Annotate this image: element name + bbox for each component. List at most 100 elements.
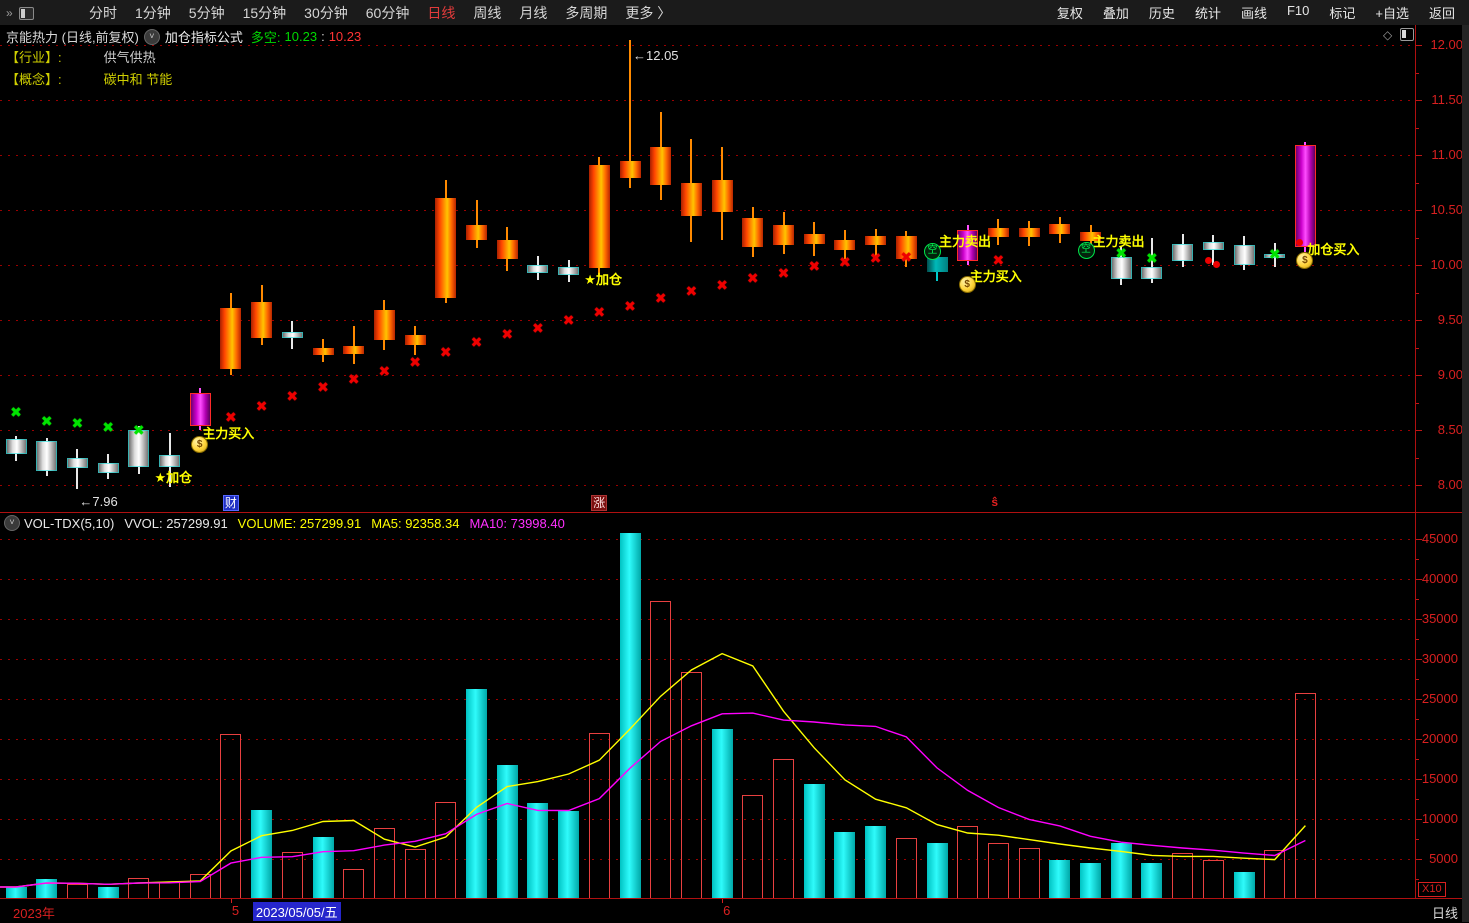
candle[interactable] [1049, 224, 1071, 235]
candle[interactable] [189, 392, 211, 427]
red-x-marker-icon: ✖ [992, 251, 1005, 268]
period-tab[interactable]: 1分钟 [126, 3, 180, 23]
candle[interactable] [404, 335, 426, 346]
red-x-marker-icon: ✖ [317, 379, 329, 396]
candle[interactable] [1233, 245, 1255, 265]
toolbar-button[interactable]: 历史 [1139, 3, 1185, 22]
vvol-value: VVOL: 257299.91 [124, 515, 228, 531]
toolbar-button[interactable]: 画线 [1231, 3, 1277, 22]
volume-panel: 45000 40000 35000 30000 25000 20000 15000 10000… [0, 512, 1469, 899]
candle[interactable] [36, 441, 58, 471]
candle[interactable] [987, 227, 1009, 238]
diamond-marker-icon[interactable]: ◇ [1383, 28, 1392, 42]
price-axis-label: 8.50 [1437, 422, 1463, 437]
volume-axis-label: 10000 [1421, 811, 1458, 826]
candle[interactable] [281, 332, 303, 339]
candle[interactable] [220, 307, 242, 370]
toolbar-button[interactable]: 返回 [1419, 3, 1465, 22]
toolbar-button[interactable]: 叠加 [1093, 3, 1139, 22]
title-row: 京能热力 (日线,前复权) ˅ 加仓指标公式 多空: 10.23 : 10.23 [6, 27, 361, 46]
red-x-marker-icon: ✖ [347, 371, 360, 388]
price-chart-panel: ✖ ✖ ✖ ✖ ✖ ✖ ✖ ✖ ✖ ✖ ✖ ✖ ✖ ✖ ✖ ✖ ✖ ✖ ✖ ✖ ✖ ✖ ✖ ✖ ✖ ✖ ✖ ✖ ✖ ✖ ✖ ✖ ←7.96 ★加仓… [0, 25, 1469, 512]
candle[interactable] [1202, 241, 1224, 251]
candle[interactable] [343, 346, 365, 355]
candle[interactable] [312, 347, 334, 356]
period-tab[interactable]: 60分钟 [357, 3, 419, 23]
candle-wick [475, 200, 478, 249]
red-dot-marker [1296, 238, 1304, 246]
candle[interactable] [803, 234, 825, 245]
volume-axis-label: 40000 [1421, 571, 1458, 586]
volume-axis-label: 5000 [1429, 851, 1458, 866]
price-axis-label: 11.50 [1431, 92, 1463, 107]
candle[interactable] [619, 160, 641, 179]
price-gridline [0, 100, 1415, 101]
candle[interactable] [527, 265, 549, 273]
sell-label: 主力卖出 [1092, 233, 1145, 249]
period-tab[interactable]: 更多 〉 [616, 3, 680, 23]
period-tab[interactable]: 30分钟 [295, 3, 357, 23]
chevron-down-icon[interactable]: ˅ [143, 28, 160, 45]
volume-axis-label: 25000 [1421, 691, 1458, 706]
candle[interactable] [466, 225, 487, 240]
candle[interactable] [742, 217, 764, 248]
candle[interactable] [1294, 145, 1316, 248]
star-label: ★加仓 [584, 272, 622, 288]
concept-value: 碳中和 节能 [103, 72, 173, 87]
price-gridline [0, 155, 1415, 156]
candle[interactable] [680, 182, 702, 216]
bull-value: 10.23 [284, 29, 318, 44]
candle[interactable] [773, 225, 794, 246]
chevron-down-icon[interactable]: ˅ [4, 515, 20, 531]
candle[interactable] [711, 180, 733, 213]
period-tab[interactable]: 日线 [418, 3, 464, 23]
toolbar-button[interactable]: 复权 [1047, 3, 1093, 22]
split-panel-icon[interactable] [1400, 28, 1414, 41]
period-tab[interactable]: 月线 [510, 3, 556, 23]
toolbar-button[interactable]: 统计 [1185, 3, 1231, 22]
candle[interactable] [588, 164, 610, 269]
green-x-marker-icon: ✖ [71, 415, 84, 432]
window-edge-strip [1462, 25, 1469, 922]
buy-label: 加仓买入 [1307, 241, 1360, 257]
candle[interactable] [834, 239, 856, 250]
axis-divider-line [1415, 25, 1416, 898]
toolbar-button[interactable]: F10 [1277, 3, 1319, 22]
app-window-icon: » [6, 6, 36, 20]
candle[interactable] [1018, 227, 1040, 238]
green-x-marker-icon: ✖ [10, 404, 22, 421]
candle[interactable] [1141, 267, 1163, 280]
candle[interactable] [558, 267, 580, 275]
toolbar-button[interactable]: 标记 [1319, 3, 1365, 22]
period-tab[interactable]: 15分钟 [234, 3, 296, 23]
candle[interactable] [373, 310, 395, 340]
red-x-marker-icon: ✖ [685, 283, 698, 300]
period-tab[interactable]: 5分钟 [180, 3, 234, 23]
period-tab[interactable]: 周线 [464, 3, 510, 23]
period-tab[interactable]: 多周期 [556, 3, 616, 23]
candle[interactable] [5, 438, 27, 454]
red-x-marker-icon: ✖ [255, 397, 268, 414]
red-x-marker-icon: ✖ [470, 334, 483, 350]
candle[interactable] [66, 457, 88, 469]
candle[interactable] [865, 236, 887, 246]
candle[interactable] [97, 463, 119, 473]
price-gridline [0, 485, 1415, 486]
price-axis-label: 9.50 [1437, 312, 1463, 327]
period-tab[interactable]: 分时 [80, 3, 126, 23]
concept-row: 【概念】: 碳中和 节能 [6, 69, 172, 88]
candle[interactable] [496, 239, 518, 260]
date-axis-bar: 2023年 2023/05/05/五 日线 5 6 [0, 898, 1469, 923]
candle[interactable] [1172, 244, 1194, 262]
green-x-marker-icon: ✖ [1146, 250, 1158, 267]
candle[interactable] [159, 455, 180, 468]
red-x-marker-icon: ✖ [286, 387, 299, 404]
candle[interactable] [251, 302, 273, 338]
toolbar-button[interactable]: +自选 [1365, 3, 1419, 22]
candle[interactable] [435, 197, 457, 298]
red-x-marker-icon: ✖ [716, 276, 728, 293]
volume-ma-lines [0, 652, 1306, 888]
industry-label: 【行业】: [6, 50, 62, 65]
red-x-marker-icon: ✖ [593, 304, 606, 321]
candle[interactable] [650, 147, 672, 185]
